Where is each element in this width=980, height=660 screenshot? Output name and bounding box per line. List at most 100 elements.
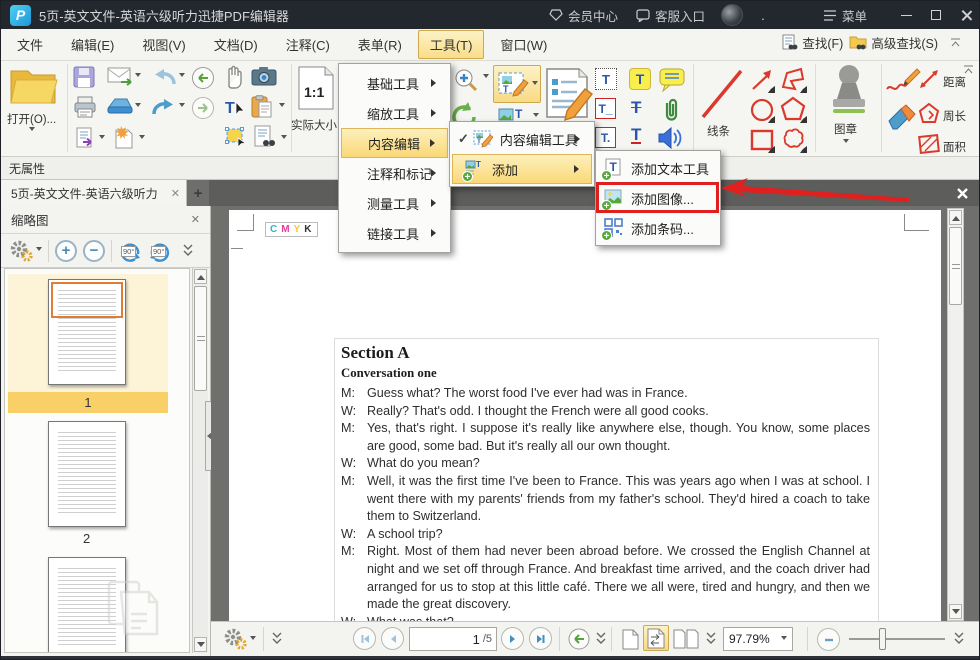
actual-size-button[interactable]: 1:1 bbox=[297, 65, 335, 111]
status-right-chevron-icon[interactable] bbox=[953, 632, 965, 646]
rotate-left-button[interactable]: 90° bbox=[118, 240, 142, 262]
scroll-down-button[interactable] bbox=[194, 637, 207, 652]
stamp-tool-button[interactable] bbox=[825, 63, 873, 119]
menu-document[interactable]: 文档(D) bbox=[202, 30, 270, 59]
eraser-tool-button[interactable] bbox=[885, 103, 919, 133]
menu-item-annotation[interactable]: 注释和标记 bbox=[341, 158, 448, 188]
pdf-page[interactable]: C M Y K Section A Conversation one M:Gue… bbox=[229, 210, 941, 621]
collapse-toolbar-icon[interactable] bbox=[963, 65, 974, 75]
zoom-in-tool-button[interactable] bbox=[453, 67, 479, 93]
doc-scroll-down-button[interactable] bbox=[949, 604, 962, 619]
menu-item-measure-tools[interactable]: 测量工具 bbox=[341, 188, 448, 218]
find-button[interactable]: 查找(F) bbox=[782, 33, 843, 52]
undo-button[interactable] bbox=[151, 66, 177, 88]
submenu-item-add-barcode[interactable]: + 添加条码... bbox=[598, 213, 718, 243]
thumbnail-page-1[interactable] bbox=[48, 279, 126, 385]
add-content-caret[interactable] bbox=[533, 113, 539, 120]
last-page-button[interactable] bbox=[529, 627, 552, 650]
export-caret[interactable] bbox=[99, 135, 105, 142]
area-tool-button[interactable] bbox=[917, 133, 941, 155]
snapshot-button[interactable] bbox=[251, 66, 277, 86]
zoom-tool-caret[interactable] bbox=[483, 74, 489, 81]
two-page-layout-button[interactable] bbox=[673, 626, 699, 652]
previous-page-button[interactable] bbox=[381, 627, 404, 650]
circle-tool-button[interactable] bbox=[749, 97, 775, 123]
single-page-layout-button[interactable] bbox=[617, 626, 643, 652]
search-document-button[interactable] bbox=[253, 125, 277, 149]
redo-button[interactable] bbox=[151, 96, 177, 118]
more-tools-chevron-icon[interactable] bbox=[182, 244, 194, 258]
email-button[interactable] bbox=[107, 67, 133, 86]
thumbnail-page-2-label[interactable]: 2 bbox=[83, 531, 90, 546]
scrollbar-thumb[interactable] bbox=[194, 286, 207, 391]
submenu-item-add-text-tool[interactable]: T + 添加文本工具 bbox=[598, 153, 718, 183]
stamp-caret[interactable] bbox=[843, 139, 849, 146]
fit-width-layout-button[interactable] bbox=[643, 625, 669, 651]
polygon-tool-button[interactable] bbox=[779, 95, 807, 123]
thumbnail-page-1-label[interactable]: 1 bbox=[8, 392, 168, 413]
zoom-level-select[interactable]: 97.79% bbox=[723, 627, 793, 651]
advanced-find-button[interactable]: 高级查找(S) bbox=[849, 33, 938, 52]
menu-window[interactable]: 窗口(W) bbox=[488, 30, 559, 59]
tab-close-icon[interactable]: ✕ bbox=[171, 187, 180, 200]
clipboard-caret[interactable] bbox=[279, 103, 285, 110]
page-viewport-indicator[interactable] bbox=[51, 282, 123, 318]
edit-document-button[interactable] bbox=[543, 67, 593, 125]
thumbnail-page-2[interactable] bbox=[48, 421, 126, 527]
menu-form[interactable]: 表单(R) bbox=[346, 30, 414, 59]
email-caret[interactable] bbox=[135, 73, 141, 80]
collapse-menubar-icon[interactable] bbox=[950, 38, 961, 48]
layout-more-chevron-icon[interactable] bbox=[705, 632, 717, 646]
attachment-button[interactable] bbox=[661, 97, 681, 123]
minimize-button[interactable] bbox=[891, 1, 921, 29]
menu-file[interactable]: 文件 bbox=[5, 30, 55, 59]
underline-text-button[interactable]: T bbox=[631, 127, 641, 144]
rectangle-tool-button[interactable] bbox=[749, 127, 775, 153]
hamburger-menu-button[interactable]: 菜单 bbox=[823, 6, 867, 25]
hand-tool-button[interactable] bbox=[223, 65, 245, 89]
pdf-text-block[interactable]: Section A Conversation one M:Guess what?… bbox=[334, 338, 879, 621]
menu-comment[interactable]: 注释(C) bbox=[274, 30, 342, 59]
thumbnail-panel-close-icon[interactable]: ✕ bbox=[191, 213, 200, 226]
open-caret[interactable] bbox=[29, 127, 35, 134]
cloud-tool-button[interactable] bbox=[779, 125, 807, 153]
scroll-up-button[interactable] bbox=[194, 269, 207, 284]
thumbnail-zoom-in-button[interactable]: + bbox=[55, 240, 77, 262]
document-tab[interactable]: 5页-英文文件-英语六级听力 ✕ bbox=[1, 180, 187, 206]
doc-scroll-up-button[interactable] bbox=[949, 210, 962, 225]
new-tab-button[interactable]: + bbox=[187, 180, 209, 206]
submenu-item-content-edit-tool[interactable]: ✓ T 内容编辑工具 bbox=[452, 124, 592, 154]
callout-text-tool-button[interactable]: T. bbox=[595, 127, 616, 148]
textbox-tool-button[interactable]: T_ bbox=[595, 98, 616, 119]
search-document-caret[interactable] bbox=[281, 135, 287, 142]
member-center-button[interactable]: 会员中心 bbox=[549, 6, 618, 25]
customer-service-button[interactable]: 客服入口 bbox=[636, 6, 705, 25]
menu-view[interactable]: 视图(V) bbox=[130, 30, 197, 59]
open-file-button[interactable] bbox=[9, 65, 59, 107]
paste-clipboard-button[interactable] bbox=[251, 95, 273, 119]
strikethrough-text-button[interactable]: T bbox=[631, 98, 641, 118]
maximize-button[interactable] bbox=[921, 1, 951, 29]
scanner-button[interactable] bbox=[107, 97, 133, 115]
highlight-text-button[interactable]: T bbox=[629, 68, 651, 90]
menu-tools[interactable]: 工具(T) bbox=[418, 30, 485, 59]
select-area-tool-button[interactable] bbox=[223, 125, 249, 151]
view-history-chevron-icon[interactable] bbox=[595, 632, 607, 646]
new-document-caret[interactable] bbox=[139, 135, 145, 142]
menu-item-basic-tools[interactable]: 基础工具 bbox=[341, 68, 448, 98]
submenu-item-add[interactable]: T + 添加 bbox=[452, 154, 592, 184]
select-text-tool-button[interactable]: T bbox=[223, 96, 247, 120]
export-button[interactable] bbox=[75, 127, 97, 149]
next-page-button[interactable] bbox=[501, 627, 524, 650]
zoom-out-button[interactable] bbox=[817, 628, 840, 651]
zoom-slider-handle[interactable] bbox=[879, 628, 886, 650]
menu-item-zoom-tools[interactable]: 缩放工具 bbox=[341, 98, 448, 128]
menu-item-content-edit[interactable]: 内容编辑 bbox=[341, 128, 448, 158]
undo-caret[interactable] bbox=[179, 73, 185, 80]
new-document-button[interactable] bbox=[113, 125, 135, 149]
print-button[interactable] bbox=[73, 96, 97, 118]
close-document-button[interactable] bbox=[953, 184, 971, 202]
save-button[interactable] bbox=[73, 66, 95, 88]
arrow-tool-button[interactable] bbox=[749, 67, 775, 93]
status-expand-chevron-icon[interactable] bbox=[271, 632, 283, 646]
